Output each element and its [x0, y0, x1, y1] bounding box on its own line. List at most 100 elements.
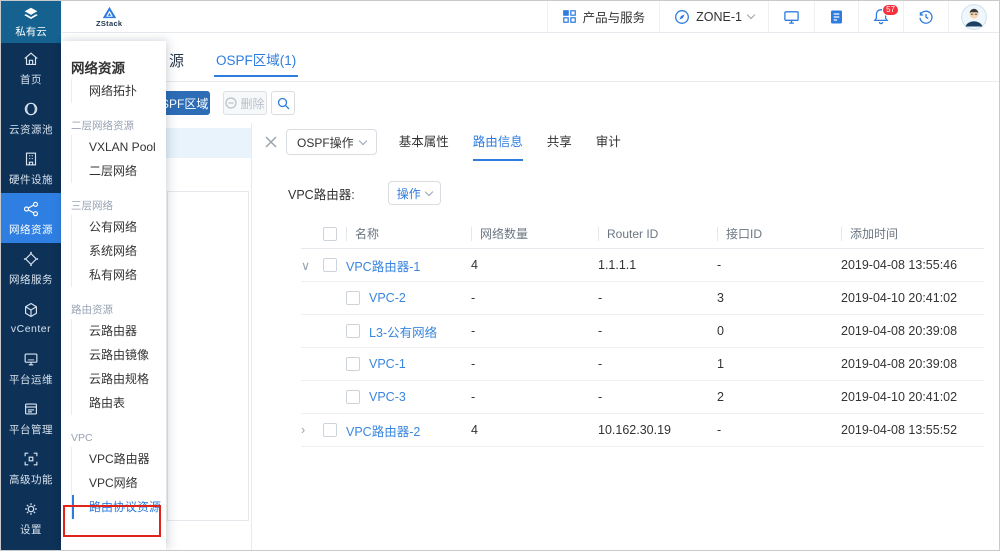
ospf-actions-dropdown[interactable]: OSPF操作	[286, 129, 377, 155]
sidebar-item-vcenter[interactable]: vCenter	[1, 293, 61, 343]
cloud-type-label: 私有云	[15, 24, 47, 39]
tab-basic-properties[interactable]: 基本属性	[399, 123, 449, 161]
row-checkbox[interactable]	[346, 324, 360, 338]
sidebar-nav: 首页 云资源池 硬件设施 网络资源 网络服务 vCenter	[1, 43, 61, 543]
menu-section-header: 二层网络资源	[61, 117, 166, 135]
row-checkbox[interactable]	[346, 390, 360, 404]
brackets-icon	[22, 450, 40, 468]
vpc-router-actions-dropdown[interactable]: 操作	[388, 181, 441, 205]
sidebar-item-network-services[interactable]: 网络服务	[1, 243, 61, 293]
row-checkbox[interactable]	[323, 258, 337, 272]
menu-item-routing-protocol-resources[interactable]: 路由协议资源	[72, 495, 166, 519]
layers-icon	[22, 6, 40, 22]
row-name-link[interactable]: VPC-1	[369, 357, 406, 371]
row-name-link[interactable]: VPC-3	[369, 390, 406, 404]
window-icon	[22, 400, 40, 418]
menu-item-cloud-router-image[interactable]: 云路由镜像	[72, 343, 166, 367]
tab-share[interactable]: 共享	[547, 123, 572, 161]
menu-item-l2-network[interactable]: 二层网络	[72, 159, 166, 183]
sidebar-item-cloud-pool[interactable]: 云资源池	[1, 93, 61, 143]
products-services-menu[interactable]: 产品与服务	[547, 1, 660, 32]
notifications-button[interactable]: 57	[858, 1, 903, 32]
tab-ospf-area[interactable]: OSPF区域(1)	[216, 49, 296, 69]
menu-group: VPC VPC路由器 VPC网络 路由协议资源	[61, 429, 166, 519]
compass-icon	[674, 9, 690, 25]
col-router-id: Router ID	[598, 227, 658, 241]
col-iface-id: 接口ID	[717, 227, 762, 241]
detail-tabs: 基本属性 路由信息 共享 审计	[399, 123, 621, 161]
flyout-title: 网络资源	[61, 41, 166, 79]
row-name-link[interactable]: L3-公有网络	[369, 322, 437, 341]
sidebar-item-settings[interactable]: 设置	[1, 493, 61, 543]
network-resources-flyout: 网络资源 网络拓扑 二层网络资源 VXLAN Pool 二层网络 三层网络 公有…	[61, 41, 166, 550]
gear-icon	[22, 500, 40, 518]
zone-selector[interactable]: ZONE-1	[659, 1, 768, 32]
menu-section-header: 三层网络	[61, 197, 166, 215]
tabs-divider	[61, 81, 999, 82]
logs-button[interactable]	[814, 1, 858, 32]
sidebar-item-network-resources[interactable]: 网络资源	[1, 193, 61, 243]
row-name-link[interactable]: VPC路由器-2	[346, 421, 420, 440]
menu-item-network-topology[interactable]: 网络拓扑	[72, 79, 166, 103]
user-avatar[interactable]	[948, 1, 999, 32]
row-checkbox[interactable]	[346, 357, 360, 371]
sidebar-item-advanced[interactable]: 高级功能	[1, 443, 61, 493]
search-icon	[277, 97, 290, 110]
selected-master-row[interactable]	[166, 128, 251, 158]
menu-item-cloud-router-spec[interactable]: 云路由规格	[72, 367, 166, 391]
menu-group: 二层网络资源 VXLAN Pool 二层网络	[61, 117, 166, 183]
chevron-down-icon	[358, 136, 366, 144]
menu-item-vpc-router[interactable]: VPC路由器	[72, 447, 166, 471]
page-title-fragment: 源	[169, 50, 184, 71]
expand-toggle-icon[interactable]: ›	[301, 423, 323, 437]
col-added-time: 添加时间	[841, 227, 898, 241]
col-networks: 网络数量	[471, 227, 528, 241]
cloud-type-badge[interactable]: 私有云	[1, 1, 61, 43]
home-icon	[22, 50, 40, 68]
table-header: 名称 网络数量 Router ID 接口ID 添加时间	[301, 219, 984, 249]
route-info-table: 名称 网络数量 Router ID 接口ID 添加时间 ∨ VPC路由器-1 4…	[301, 219, 984, 447]
monitor-icon	[783, 9, 800, 25]
history-button[interactable]	[903, 1, 948, 32]
select-all-checkbox[interactable]	[323, 227, 337, 241]
sidebar-item-platform-manage[interactable]: 平台管理	[1, 393, 61, 443]
menu-item-private-network[interactable]: 私有网络	[72, 263, 166, 287]
sidebar-item-home[interactable]: 首页	[1, 43, 61, 93]
sidebar-item-hardware[interactable]: 硬件设施	[1, 143, 61, 193]
table-row: VPC-2 - - 3 2019-04-10 20:41:02	[301, 282, 984, 315]
expand-toggle-icon[interactable]: ∨	[301, 258, 323, 273]
menu-group: 三层网络 公有网络 系统网络 私有网络	[61, 197, 166, 287]
cloud-pool-icon	[22, 100, 40, 118]
delete-button[interactable]: 删除	[223, 91, 267, 115]
primary-sidebar: 私有云 首页 云资源池 硬件设施 网络资源 网络服务	[1, 1, 61, 550]
row-name-link[interactable]: VPC路由器-1	[346, 256, 420, 275]
menu-item-vxlan-pool[interactable]: VXLAN Pool	[72, 135, 166, 159]
sidebar-item-platform-ops[interactable]: 平台运维	[1, 343, 61, 393]
row-checkbox[interactable]	[323, 423, 337, 437]
tab-route-info[interactable]: 路由信息	[473, 123, 523, 161]
network-icon	[22, 200, 40, 218]
notification-count-badge: 57	[882, 4, 899, 16]
detail-header: OSPF操作 基本属性 路由信息 共享 审计	[252, 123, 998, 161]
row-checkbox[interactable]	[346, 291, 360, 305]
search-button[interactable]	[271, 91, 295, 115]
menu-group: 路由资源 云路由器 云路由镜像 云路由规格 路由表	[61, 301, 166, 415]
console-button[interactable]	[768, 1, 814, 32]
menu-item-route-table[interactable]: 路由表	[72, 391, 166, 415]
table-row: VPC-1 - - 1 2019-04-08 20:39:08	[301, 348, 984, 381]
menu-item-cloud-router[interactable]: 云路由器	[72, 319, 166, 343]
network-service-icon	[22, 250, 40, 268]
hardware-icon	[22, 150, 40, 168]
menu-item-vpc-network[interactable]: VPC网络	[72, 471, 166, 495]
row-name-link[interactable]: VPC-2	[369, 291, 406, 305]
history-clock-icon	[918, 9, 934, 25]
menu-section-header: VPC	[61, 429, 166, 447]
monitor-icon	[22, 350, 40, 368]
menu-item-system-network[interactable]: 系统网络	[72, 239, 166, 263]
close-panel-button[interactable]	[264, 135, 278, 149]
tab-audit[interactable]: 审计	[596, 123, 621, 161]
master-list-column	[167, 191, 249, 521]
zstack-logo-icon	[102, 6, 117, 19]
zstack-logo[interactable]: ZStack	[96, 1, 122, 32]
menu-item-public-network[interactable]: 公有网络	[72, 215, 166, 239]
